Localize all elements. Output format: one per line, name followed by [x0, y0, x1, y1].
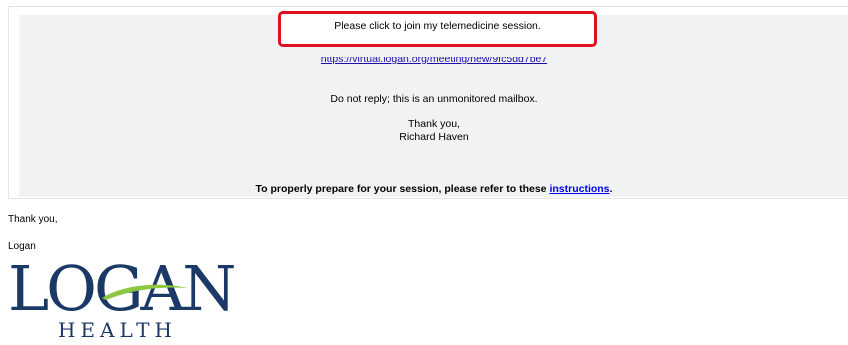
prepare-suffix: .	[609, 183, 613, 195]
meeting-url-line: https://virtual.logan.org/meeting/new/9f…	[19, 53, 848, 66]
sender-name: Richard Haven	[399, 131, 469, 143]
logan-health-logo: LOGAN HEALTH	[8, 258, 248, 345]
join-session-text: Please click to join my telemedicine ses…	[334, 20, 541, 32]
closing-text: Thank you,	[408, 118, 460, 130]
signature-thanks: Thank you,	[8, 214, 58, 225]
prepare-text: To properly prepare for your session, pl…	[255, 183, 550, 195]
instructions-link[interactable]: instructions	[549, 183, 609, 195]
no-reply-notice: Do not reply; this is an unmonitored mai…	[330, 93, 538, 105]
logo-subtitle: HEALTH	[58, 318, 177, 342]
prepare-notice: To properly prepare for your session, pl…	[19, 183, 848, 196]
logo-swoosh-icon	[102, 284, 188, 300]
email-view: https://virtual.logan.org/meeting/new/9f…	[0, 0, 848, 345]
annotation-highlight-box: Please click to join my telemedicine ses…	[278, 11, 597, 47]
meeting-url-link[interactable]: https://virtual.logan.org/meeting/new/9f…	[321, 57, 547, 66]
